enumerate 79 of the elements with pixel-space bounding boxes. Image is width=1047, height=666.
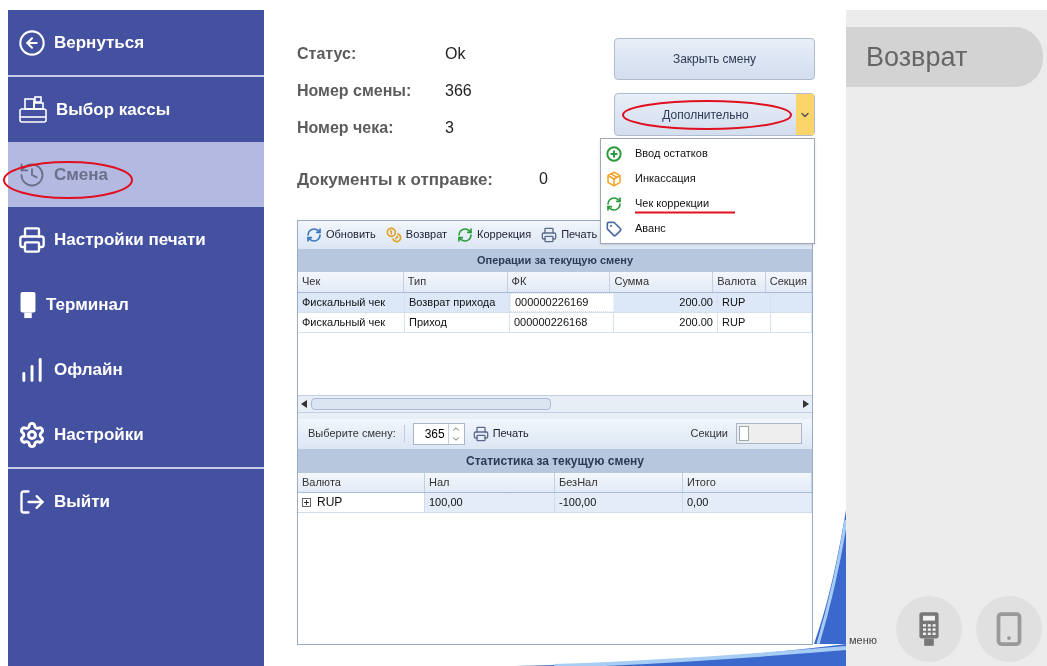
menu-item[interactable]: Чек коррекции [601,191,814,216]
menu-item[interactable]: Ввод остатков [601,141,814,166]
print-button[interactable]: Печать [472,425,529,442]
table-cell-text: 100,00 [429,494,463,510]
column-header[interactable]: Чек [298,271,404,292]
scroll-left-icon[interactable] [301,399,307,408]
column-header[interactable]: Секция [765,271,812,292]
more-split-button[interactable]: Дополнительно [614,93,815,136]
horizontal-scrollbar[interactable] [298,394,812,413]
sidebar-item[interactable]: Вернуться [8,10,264,75]
group-title: Статистика за текущую смену [298,448,812,473]
column-header[interactable]: Тип [403,271,508,292]
menu-item[interactable]: Аванс [601,216,814,241]
field-label: Статус: [297,44,358,64]
tag-icon [606,220,622,237]
field-value: Ok [445,44,466,64]
refresh-icon [306,226,322,243]
sidebar-item[interactable]: Настройки [8,402,264,467]
toolbar-button[interactable]: Возврат [385,226,448,243]
column-header[interactable]: БезНал [555,472,683,492]
sidebar-item[interactable]: Выбор кассы [8,77,264,142]
menu-caption: меню [848,632,878,648]
column-header[interactable]: Валюта [713,271,766,292]
sections-label: Секции [690,426,728,442]
table-cell-text: Возврат прихода [409,294,496,310]
toolbar-button[interactable]: Обновить [306,226,376,243]
field-value: 366 [445,81,472,101]
table-row[interactable]: Фискальный чек Приход 000000226168 200.00 RUP [298,312,812,333]
expand-icon[interactable] [302,497,311,507]
sidebar-item[interactable]: Выйти [8,469,264,534]
shift-number-spinner[interactable]: 365 [412,422,465,445]
column-header[interactable]: ФК [507,271,611,292]
refresh-icon [606,195,622,212]
table-cell-text: RUP [722,294,746,310]
coins-icon [385,226,402,243]
sidebar-item[interactable]: Терминал [8,272,264,337]
table-cell-text: 0,00 [687,494,709,510]
table-cell-text: 200.00 [679,314,713,330]
plus-circle-icon [606,145,622,162]
group-title: Операции за текущую смену [298,248,812,272]
printer-icon [541,226,558,243]
more-label: Дополнительно [662,106,749,124]
column-header[interactable]: Сумма [610,271,714,292]
toolbar-button[interactable]: Печать [541,226,598,243]
table-cell-text: RUP [722,314,746,330]
field-value: 0 [539,169,548,189]
column-header[interactable]: Итого [683,472,812,492]
toolbar-button[interactable]: Коррекция [457,226,532,243]
refresh-icon [457,226,474,243]
table-row[interactable]: RUP 100,00 -100,00 0,00 [298,492,812,513]
exit-icon [18,487,46,516]
table-cell-text: Фискальный чек [302,314,386,330]
box-icon [606,170,622,187]
scroll-right-icon[interactable] [803,399,809,408]
return-tab[interactable]: Возврат [846,27,1043,87]
field-label: Номер чека: [297,118,395,138]
menu-item[interactable]: Инкассация [601,166,814,191]
printer-icon [18,225,46,254]
sidebar-item[interactable]: Офлайн [8,337,264,402]
sections-toggle[interactable] [736,423,802,444]
field-label: Документы к отправке: [297,169,494,191]
table-cell-text: 000000226169 [515,294,589,310]
settings-icon [18,420,46,449]
table-cell-text: 000000226168 [514,314,588,330]
close-shift-button[interactable]: Закрыть смену [614,38,815,80]
column-header[interactable]: Нал [425,472,555,492]
cash-register-icon [18,94,48,125]
table-cell-text: -100,00 [559,494,597,510]
table-cell-text: Фискальный чек [302,294,386,310]
table-cell-text: Приход [409,314,447,330]
table-cell-text: 200.00 [679,294,713,310]
table-row[interactable]: Фискальный чек Возврат прихода 000000226169 200.00 RUP [298,292,812,313]
column-header[interactable]: Валюта [298,472,425,492]
field-label: Номер смены: [297,81,413,101]
sidebar-item[interactable]: Настройки печати [8,207,264,272]
field-value: 3 [445,118,454,138]
shift-select-label: Выберите смену: [308,425,405,442]
printer-icon [472,425,489,442]
table-cell-text: RUP [317,494,343,511]
